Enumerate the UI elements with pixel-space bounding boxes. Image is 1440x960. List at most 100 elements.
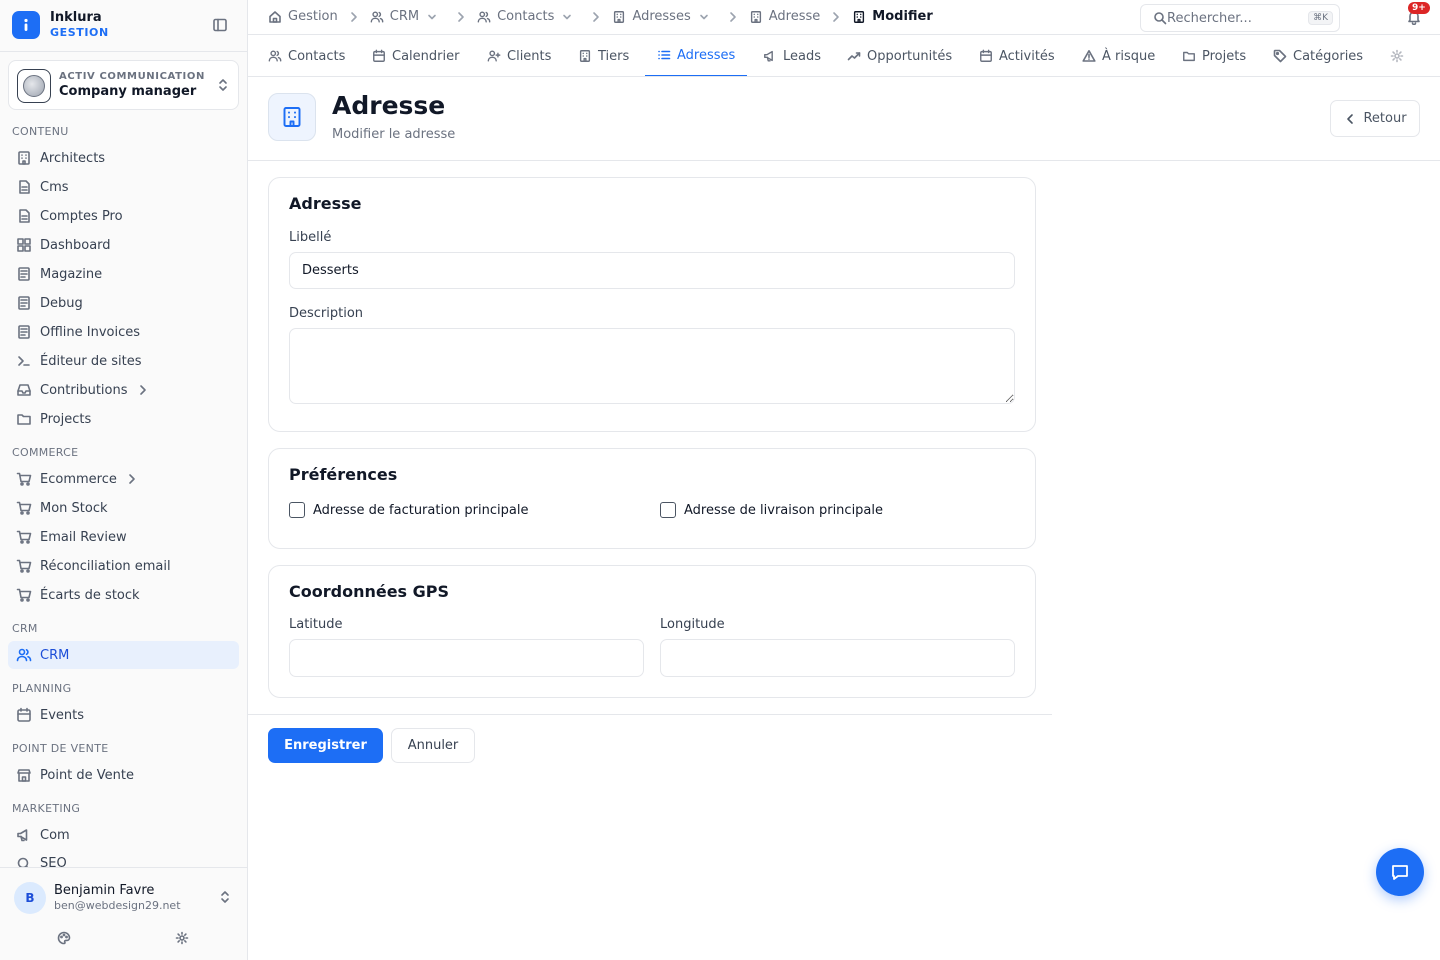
back-button[interactable]: Retour — [1330, 100, 1420, 137]
search-icon — [17, 857, 29, 867]
breadcrumb-contacts[interactable]: Contacts — [477, 9, 580, 24]
building-icon — [854, 10, 865, 23]
sidebar-section-marketing: MARKETING — [12, 802, 81, 815]
cart-icon — [16, 501, 32, 515]
sidebar-item-cms[interactable]: Cms — [8, 173, 239, 201]
gear-icon[interactable] — [175, 931, 189, 945]
organization-logo — [17, 69, 51, 103]
organization-switcher[interactable]: ACTIV COMMUNICATION Company manager — [8, 60, 239, 110]
breadcrumb-crm[interactable]: CRM — [370, 9, 445, 24]
tab-projets[interactable]: Projets — [1182, 35, 1247, 76]
sidebar-item-seo[interactable]: SEO — [8, 850, 239, 867]
sidebar-item-label: Réconciliation email — [40, 558, 171, 574]
sidebar-item-magazine[interactable]: Magazine — [8, 260, 239, 288]
tag-icon — [1273, 49, 1287, 63]
chevrons-up-down-icon — [218, 890, 232, 904]
tab-activites[interactable]: Activités — [979, 35, 1055, 76]
sidebar-item-contributions[interactable]: Contributions — [8, 376, 239, 404]
chevron-down-icon[interactable] — [697, 10, 711, 24]
folder-icon — [17, 414, 31, 425]
sidebar-item-crm[interactable]: CRM — [8, 641, 239, 669]
sidebar-item-projects[interactable]: Projects — [8, 405, 239, 433]
sidebar-item-editeur-de-sites[interactable]: Éditeur de sites — [8, 347, 239, 375]
breadcrumb-gestion[interactable]: Gestion — [268, 9, 338, 24]
description-label: Description — [289, 306, 364, 321]
building-icon — [18, 151, 30, 165]
back-button-label: Retour — [1363, 111, 1407, 126]
sidebar-item-label: Contributions — [40, 382, 128, 398]
breadcrumb-adresse[interactable]: Adresse — [749, 9, 820, 24]
sidebar-collapse-icon[interactable] — [212, 17, 228, 33]
shipping-default-label: Adresse de livraison principale — [684, 502, 884, 518]
chevron-right-icon — [726, 10, 740, 24]
tab-adresses[interactable]: Adresses — [645, 35, 748, 76]
sidebar-item-mon-stock[interactable]: Mon Stock — [8, 494, 239, 522]
palette-icon[interactable] — [57, 931, 71, 945]
user-menu[interactable]: B Benjamin Favre ben@webdesign29.net — [0, 867, 247, 960]
sidebar-item-label: Offline Invoices — [40, 324, 141, 340]
breadcrumb-modifier: Modifier — [852, 9, 933, 24]
billing-default-checkbox[interactable] — [289, 502, 305, 518]
chevron-down-icon[interactable] — [425, 10, 439, 24]
shipping-default-option[interactable]: Adresse de livraison principale — [660, 502, 883, 518]
megaphone-icon — [17, 829, 28, 842]
sidebar-item-debug[interactable]: Debug — [8, 289, 239, 317]
billing-default-label: Adresse de facturation principale — [313, 502, 529, 518]
sidebar-item-email-review[interactable]: Email Review — [8, 523, 239, 551]
user-plus-icon — [487, 50, 501, 62]
sidebar-item-comptes-pro[interactable]: Comptes Pro — [8, 202, 239, 230]
tab-label: Clients — [507, 48, 552, 64]
chevron-down-icon[interactable] — [560, 10, 574, 24]
tab-label: Projets — [1202, 48, 1247, 64]
newspaper-icon — [18, 267, 30, 281]
billing-default-option[interactable]: Adresse de facturation principale — [289, 502, 528, 518]
sidebar-item-point-de-vente[interactable]: Point de Vente — [8, 761, 239, 789]
sidebar-item-label: Éditeur de sites — [40, 353, 142, 369]
sidebar-item-offline-invoices[interactable]: Offline Invoices — [8, 318, 239, 346]
tab-a-risque[interactable]: À risque — [1082, 35, 1155, 76]
chat-button[interactable] — [1376, 848, 1424, 896]
sidebar-item-reconciliation-email[interactable]: Réconciliation email — [8, 552, 239, 580]
breadcrumb: Gestion CRM Contacts Adresses Adresse Mo… — [268, 9, 933, 24]
breadcrumb-adresses[interactable]: Adresses — [612, 9, 716, 24]
tab-clients[interactable]: Clients — [487, 35, 552, 76]
search-icon — [1154, 12, 1167, 25]
page-subtitle: Modifier le adresse — [332, 127, 456, 142]
latitude-input[interactable] — [289, 639, 644, 677]
tab-calendrier[interactable]: Calendrier — [372, 35, 460, 76]
save-button[interactable]: Enregistrer — [268, 728, 383, 763]
organization-name: Company manager — [59, 84, 197, 99]
tab-tiers[interactable]: Tiers — [578, 35, 629, 76]
sidebar-item-dashboard[interactable]: Dashboard — [8, 231, 239, 259]
sidebar-item-com[interactable]: Com — [8, 821, 239, 849]
longitude-input[interactable] — [660, 639, 1015, 677]
shipping-default-checkbox[interactable] — [660, 502, 676, 518]
sidebar-item-ecommerce[interactable]: Ecommerce — [8, 465, 239, 493]
gps-card: Coordonnées GPS Latitude Longitude — [268, 565, 1036, 698]
tab-opportunites[interactable]: Opportunités — [847, 35, 952, 76]
avatar: B — [14, 882, 46, 914]
breadcrumb-label: Adresses — [632, 9, 691, 24]
sidebar-item-events[interactable]: Events — [8, 701, 239, 729]
sidebar-item-label: Dashboard — [40, 237, 111, 253]
tab-label: Leads — [783, 48, 822, 64]
search-input[interactable]: Rechercher... ⌘K — [1140, 4, 1340, 32]
sidebar-item-label: Debug — [40, 295, 83, 311]
brand-logo-icon[interactable] — [12, 11, 40, 39]
breadcrumb-label: CRM — [389, 9, 420, 24]
sidebar-item-architects[interactable]: Architects — [8, 144, 239, 172]
tab-categories[interactable]: Catégories — [1273, 35, 1363, 76]
tab-more[interactable] — [1390, 35, 1410, 76]
breadcrumb-label: Gestion — [288, 9, 338, 24]
description-textarea[interactable] — [289, 328, 1015, 404]
sidebar-item-label: Comptes Pro — [40, 208, 123, 224]
sidebar-item-ecarts-de-stock[interactable]: Écarts de stock — [8, 581, 239, 609]
organization-label: ACTIV COMMUNICATION — [59, 71, 205, 82]
tab-contacts[interactable]: Contacts — [268, 35, 345, 76]
libelle-input[interactable] — [289, 252, 1015, 289]
tab-leads[interactable]: Leads — [763, 35, 822, 76]
tab-label: Calendrier — [392, 48, 460, 64]
cancel-button[interactable]: Annuler — [391, 728, 475, 763]
address-card: Adresse Libellé Description — [268, 177, 1036, 432]
search-shortcut: ⌘K — [1308, 11, 1333, 25]
